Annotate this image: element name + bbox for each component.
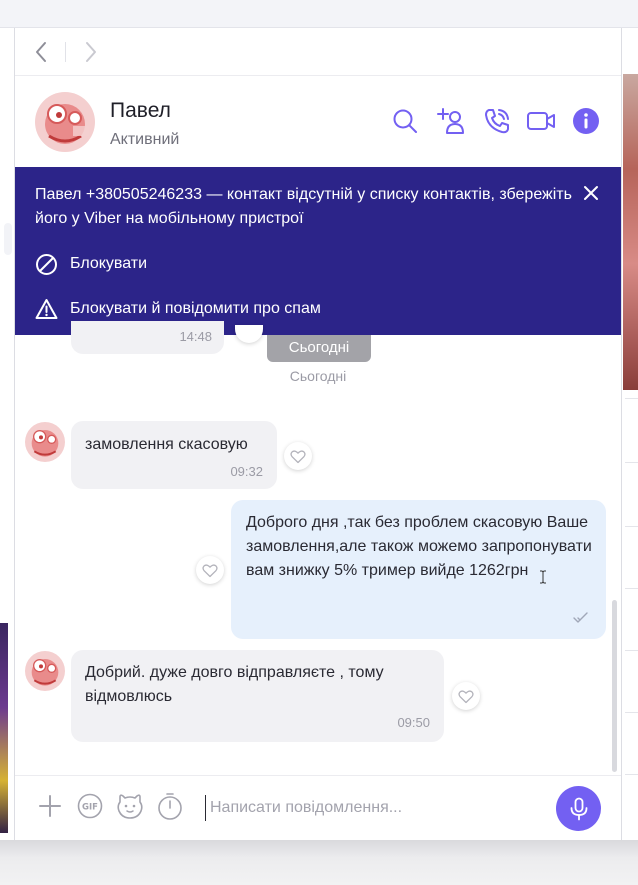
- block-icon: [36, 253, 57, 275]
- video-icon: [527, 112, 555, 130]
- avatar-image: [25, 651, 65, 691]
- sticker-button[interactable]: [116, 792, 144, 820]
- banner-message: Павел +380505246233 — контакт відсутній …: [35, 186, 572, 227]
- text-cursor-icon: [540, 570, 546, 584]
- date-pill: Сьогодні: [267, 335, 371, 362]
- call-button[interactable]: [482, 106, 512, 136]
- phone-icon: [485, 109, 509, 134]
- navigation-bar: [15, 28, 621, 76]
- message-composer: GIF Написати повідомлення...: [15, 775, 621, 840]
- svg-text:GIF: GIF: [82, 803, 98, 813]
- avatar-image: [35, 92, 95, 152]
- delivered-check-icon: [573, 612, 588, 623]
- divider: [625, 712, 638, 713]
- background-window-top: [0, 0, 638, 28]
- divider: [625, 774, 638, 775]
- block-and-report-spam-button[interactable]: Блокувати й повідомити про спам: [35, 295, 321, 323]
- video-call-button[interactable]: [526, 106, 556, 136]
- chevron-left-icon: [36, 42, 46, 62]
- sender-avatar[interactable]: [25, 651, 65, 691]
- plus-icon: [39, 795, 61, 817]
- timer-icon: [158, 793, 182, 820]
- like-button[interactable]: [196, 556, 224, 584]
- block-spam-label: Блокувати й повідомити про спам: [70, 300, 321, 317]
- search-icon: [393, 109, 417, 133]
- divider: [625, 398, 638, 399]
- desktop-background: [0, 840, 638, 885]
- banner-close-button[interactable]: [579, 181, 603, 205]
- divider: [625, 650, 638, 651]
- contact-status: Активний: [110, 131, 180, 148]
- chat-header: Павел Активний: [15, 76, 621, 166]
- message-bubble[interactable]: Добрий. дуже довго відправляєте , тому в…: [71, 650, 444, 742]
- info-button[interactable]: [571, 106, 601, 136]
- chat-scrollbar[interactable]: [612, 600, 617, 772]
- gif-icon: GIF: [77, 793, 103, 819]
- sticker-bear-icon: [117, 794, 143, 819]
- like-button[interactable]: [235, 325, 263, 343]
- divider: [65, 42, 66, 62]
- block-button[interactable]: Блокувати: [35, 250, 147, 278]
- background-image: [623, 74, 638, 390]
- divider: [625, 462, 638, 463]
- microphone-icon: [570, 797, 587, 820]
- close-icon: [584, 186, 598, 200]
- message-bubble[interactable]: 14:48: [71, 321, 224, 354]
- like-button[interactable]: [452, 682, 480, 710]
- message-list[interactable]: 14:48 Сьогодні Сьогодні замовлення скасо…: [15, 321, 621, 775]
- background-window-right: [621, 28, 638, 840]
- background-element: [4, 223, 12, 255]
- heart-icon: [202, 563, 218, 577]
- contact-avatar[interactable]: [35, 92, 95, 152]
- divider: [625, 588, 638, 589]
- background-window-left: [0, 28, 15, 840]
- timer-button[interactable]: [156, 792, 184, 820]
- message-text: Добрий. дуже довго відправляєте , тому в…: [85, 664, 384, 705]
- block-label: Блокувати: [70, 255, 148, 272]
- heart-icon: [290, 449, 306, 463]
- unknown-contact-banner: Павел +380505246233 — контакт відсутній …: [15, 167, 621, 335]
- chevron-right-icon: [86, 42, 96, 62]
- divider: [625, 526, 638, 527]
- info-icon: [573, 108, 599, 134]
- like-button[interactable]: [284, 442, 312, 470]
- background-image: [0, 623, 8, 833]
- message-input[interactable]: Написати повідомлення...: [205, 795, 525, 821]
- message-text: замовлення скасовую: [85, 436, 248, 453]
- message-time: 09:50: [397, 715, 430, 730]
- forward-button[interactable]: [79, 40, 103, 64]
- message-time: 09:32: [230, 464, 263, 479]
- viber-chat-window: Павел Активний Павел +380505246233 — кон…: [15, 28, 621, 840]
- gif-button[interactable]: GIF: [76, 792, 104, 820]
- voice-message-button[interactable]: [556, 786, 601, 831]
- message-time: 14:48: [179, 329, 212, 344]
- attach-button[interactable]: [36, 792, 64, 820]
- add-participant-icon: [437, 108, 464, 134]
- add-participant-button[interactable]: [436, 106, 466, 136]
- search-button[interactable]: [390, 106, 420, 136]
- sender-avatar[interactable]: [25, 422, 65, 462]
- avatar-image: [25, 422, 65, 462]
- date-separator: Сьогодні: [289, 368, 347, 384]
- contact-name: Павел: [110, 99, 171, 122]
- back-button[interactable]: [29, 40, 53, 64]
- message-bubble[interactable]: Доброго дня ,так без проблем скасовую Ва…: [231, 500, 606, 639]
- heart-icon: [458, 689, 474, 703]
- message-bubble[interactable]: замовлення скасовую 09:32: [71, 421, 277, 489]
- warning-icon: [35, 298, 58, 319]
